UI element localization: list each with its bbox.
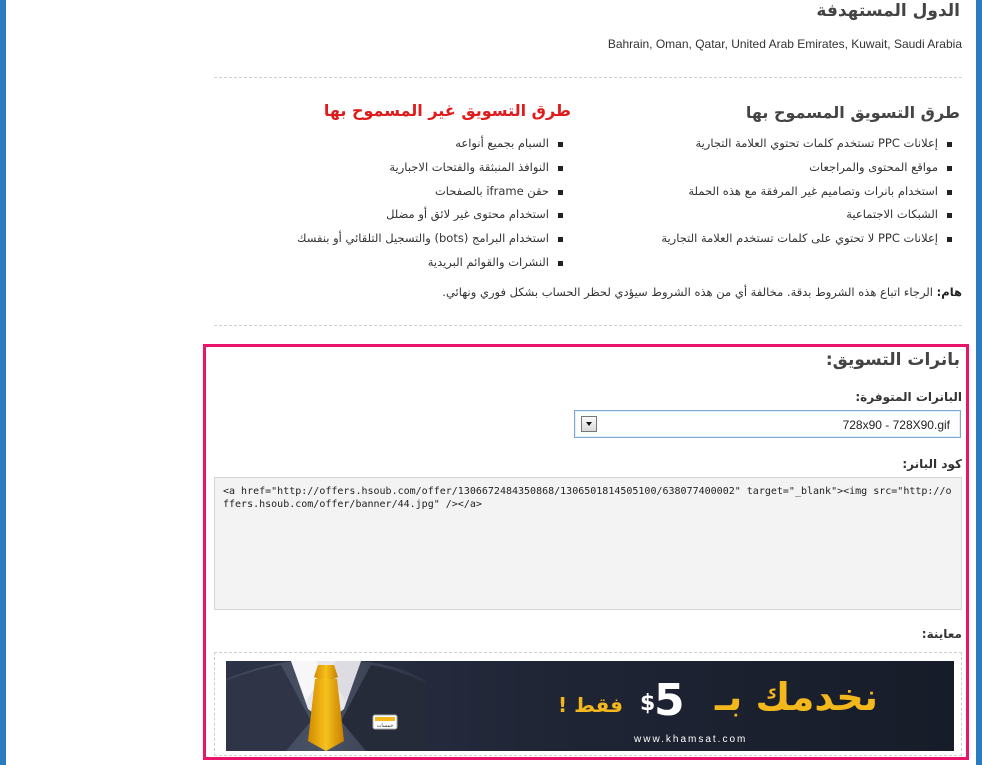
important-note-text: الرجاء اتباع هذه الشروط بدقة. مخالفة أي …	[442, 285, 934, 299]
list-item: الشبكات الاجتماعية	[661, 203, 952, 227]
list-item: إعلانات PPC تستخدم كلمات تحتوي العلامة ا…	[661, 132, 952, 156]
badge-text: خمسات	[377, 723, 394, 729]
chevron-down-icon[interactable]	[581, 416, 597, 432]
banner-code-label: كود البانر:	[902, 457, 962, 471]
section-divider	[214, 325, 962, 326]
list-item: النشرات والقوائم البريدية	[297, 251, 563, 275]
list-item: السبام بجميع أنواعه	[297, 132, 563, 156]
ad-only-label: فقط !	[558, 693, 623, 717]
list-item: استخدام محتوى غير لائق أو مضلل	[297, 203, 563, 227]
list-item: النوافذ المنبثقة والفتحات الاجبارية	[297, 156, 563, 180]
marketing-banners-title: بانرات التسويق:	[825, 350, 960, 370]
list-item: مواقع المحتوى والمراجعات	[661, 156, 952, 180]
banner-code-textarea[interactable]: <a href="http://offers.hsoub.com/offer/1…	[214, 477, 962, 610]
target-countries-list: Bahrain, Oman, Qatar, United Arab Emirat…	[607, 37, 962, 51]
denied-methods-title: طرق التسويق غير المسموح بها	[323, 101, 571, 120]
window-frame-right	[976, 0, 982, 765]
ad-headline: نخدمك بـ	[714, 675, 878, 719]
important-note-label: هام:	[936, 285, 962, 299]
banner-select[interactable]: 728x90 - 728X90.gif	[574, 410, 961, 438]
available-banners-label: البانرات المتوفرة:	[855, 390, 962, 404]
important-note: هام: الرجاء اتباع هذه الشروط بدقة. مخالف…	[442, 285, 962, 299]
preview-label: معاينة:	[921, 627, 962, 641]
list-item: استخدام البرامج (bots) والتسجيل التلقائي…	[297, 227, 563, 251]
allowed-methods-title: طرق التسويق المسموح بها	[745, 103, 960, 122]
allowed-methods-list: إعلانات PPC تستخدم كلمات تحتوي العلامة ا…	[661, 132, 952, 251]
window-frame-left	[0, 0, 6, 765]
ad-url: www.khamsat.com	[634, 734, 748, 745]
target-countries-title: الدول المستهدفة	[816, 1, 960, 21]
list-item: استخدام بانرات وتصاميم غير المرفقة مع هذ…	[661, 180, 952, 204]
denied-methods-list: السبام بجميع أنواعه النوافذ المنبثقة وال…	[297, 132, 563, 275]
section-divider	[214, 77, 962, 78]
banner-select-value: 728x90 - 728X90.gif	[842, 418, 950, 432]
list-item: إعلانات PPC لا تحتوي على كلمات تستخدم ال…	[661, 227, 952, 251]
list-item: حقن iframe بالصفحات	[297, 180, 563, 204]
ad-price: 5	[654, 675, 685, 726]
banner-preview-image[interactable]: خمسات نخدمك بـ $ 5 فقط ! www.khamsat.com	[226, 661, 954, 751]
